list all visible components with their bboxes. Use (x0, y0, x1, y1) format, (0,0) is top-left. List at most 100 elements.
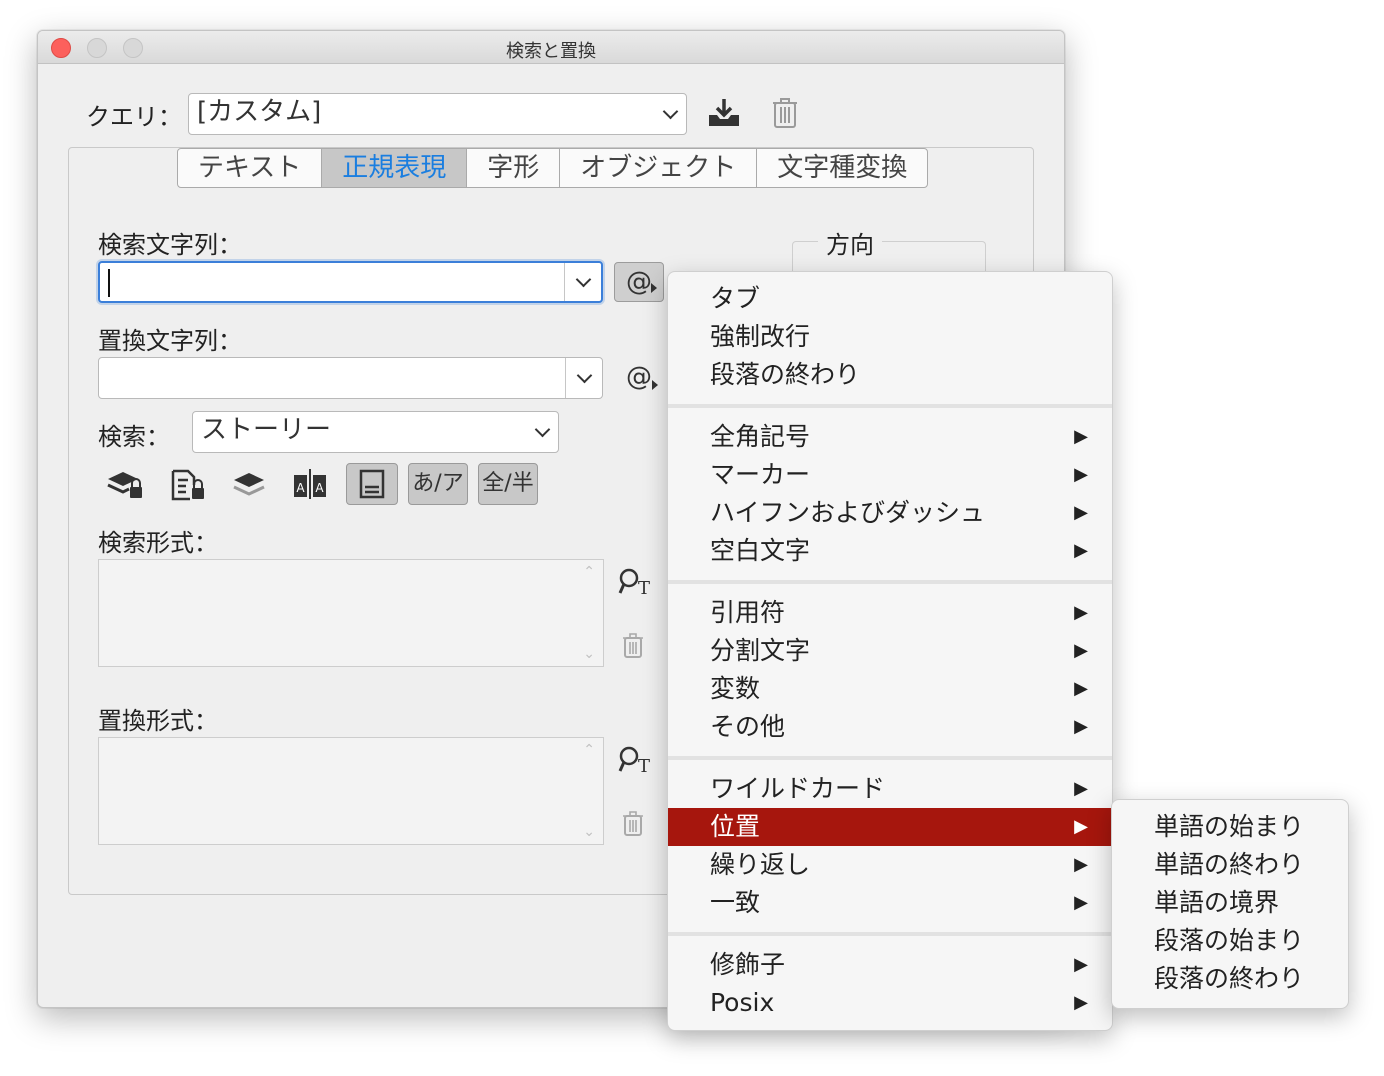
find-what-label: 検索文字列： (98, 231, 242, 259)
menu-item-label: 修飾子 (710, 950, 786, 979)
menu-item-label: 空白文字 (710, 536, 811, 565)
tab-glyph[interactable]: 字形 (467, 149, 561, 187)
include-locked-stories-icon[interactable] (170, 469, 206, 501)
submenu-arrow-icon: ▶ (1074, 716, 1088, 737)
menu-item-label: 強制改行 (710, 322, 811, 351)
save-query-icon[interactable] (706, 97, 742, 129)
triangle-right-icon (652, 380, 658, 390)
query-dropdown[interactable]: [カスタム] (188, 93, 687, 135)
change-special-characters-button[interactable]: @ (614, 358, 664, 398)
menu-item-other[interactable]: その他 ▶ (668, 708, 1112, 746)
menu-separator (668, 756, 1112, 760)
menu-item-label: 分割文字 (710, 636, 811, 665)
menu-item-white-space[interactable]: 空白文字 ▶ (668, 532, 1112, 570)
search-scope-dropdown[interactable]: ストーリー (192, 411, 559, 453)
menu-separator (668, 932, 1112, 936)
triangle-right-icon (651, 283, 657, 293)
field-divider (564, 263, 565, 301)
submenu-arrow-icon: ▶ (1074, 464, 1088, 485)
menu-item-label: 引用符 (710, 598, 786, 627)
menu-item-label: 繰り返し (710, 850, 811, 879)
svg-text:T: T (638, 578, 650, 597)
menu-item-label: 全角記号 (710, 422, 811, 451)
menu-item-forced-line-break[interactable]: 強制改行 (668, 318, 1112, 356)
tab-grep[interactable]: 正規表現 (322, 149, 468, 187)
menu-item-label: タブ (710, 284, 761, 313)
menu-item-label: 段落の終わり (710, 360, 861, 389)
submenu-item-word-boundary[interactable]: 単語の境界 (1112, 884, 1348, 922)
scroll-up-icon: ⌃ (583, 742, 595, 758)
query-label: クエリ： (86, 103, 182, 131)
locations-submenu: 単語の始まり 単語の終わり 単語の境界 段落の始まり 段落の終わり (1111, 799, 1349, 1009)
tab-transliterate[interactable]: 文字種変換 (757, 149, 927, 187)
menu-item-break-character[interactable]: 分割文字 ▶ (668, 632, 1112, 670)
trash-icon[interactable] (622, 633, 644, 659)
find-format-box: ⌃ ⌄ (98, 559, 604, 667)
menu-item-wildcards[interactable]: ワイルドカード ▶ (668, 770, 1112, 808)
change-format-label: 置換形式： (98, 707, 218, 735)
chevron-down-icon[interactable] (575, 271, 592, 288)
include-master-pages-icon[interactable]: A A (292, 467, 328, 501)
find-what-input[interactable] (98, 261, 603, 303)
text-caret (108, 269, 110, 297)
svg-text:A: A (296, 481, 305, 495)
menu-item-end-of-paragraph[interactable]: 段落の終わり (668, 356, 1112, 394)
trash-icon[interactable] (622, 811, 644, 837)
menu-item-tab[interactable]: タブ (668, 280, 1112, 318)
menu-item-variable[interactable]: 変数 ▶ (668, 670, 1112, 708)
include-footnotes-button[interactable] (346, 463, 398, 505)
menu-item-markers[interactable]: マーカー ▶ (668, 456, 1112, 494)
menu-item-label: ハイフンおよびダッシュ (710, 498, 986, 527)
menu-item-quotation-marks[interactable]: 引用符 ▶ (668, 594, 1112, 632)
scroll-up-icon: ⌃ (583, 564, 595, 580)
specify-find-format-icon[interactable]: T (618, 567, 652, 597)
tab-bar: テキスト 正規表現 字形 オブジェクト 文字種変換 (177, 148, 929, 188)
find-format-label: 検索形式： (98, 529, 218, 557)
menu-item-label: その他 (710, 712, 786, 741)
menu-item-label: マーカー (710, 460, 811, 489)
menu-item-locations[interactable]: 位置 ▶ (668, 808, 1112, 846)
at-icon: @ (626, 362, 652, 392)
menu-item-modifiers[interactable]: 修飾子 ▶ (668, 946, 1112, 984)
submenu-arrow-icon: ▶ (1074, 854, 1088, 875)
menu-item-posix[interactable]: Posix ▶ (668, 984, 1112, 1022)
tab-text[interactable]: テキスト (178, 149, 323, 187)
menu-item-label: 変数 (710, 674, 761, 703)
specify-change-format-icon[interactable]: T (618, 745, 652, 775)
menu-item-label: Posix (710, 988, 775, 1017)
submenu-item-end-of-paragraph[interactable]: 段落の終わり (1112, 960, 1348, 998)
window-title: 検索と置換 (506, 41, 596, 62)
menu-item-hyphens-and-dashes[interactable]: ハイフンおよびダッシュ ▶ (668, 494, 1112, 532)
width-sensitive-button[interactable]: 全/半 (478, 463, 538, 505)
tab-object[interactable]: オブジェクト (560, 149, 758, 187)
submenu-item-end-of-word[interactable]: 単語の終わり (1112, 846, 1348, 884)
menu-item-symbols[interactable]: 全角記号 ▶ (668, 418, 1112, 456)
submenu-arrow-icon: ▶ (1074, 602, 1088, 623)
submenu-arrow-icon: ▶ (1074, 954, 1088, 975)
direction-label: 方向 (818, 225, 882, 260)
change-to-input[interactable] (98, 357, 603, 399)
include-locked-layers-icon[interactable] (106, 469, 144, 501)
query-value: [カスタム] (197, 97, 322, 127)
trash-icon[interactable] (772, 97, 798, 129)
chevron-down-icon (534, 421, 551, 438)
svg-text:T: T (638, 756, 650, 775)
kana-sensitive-button[interactable]: あ/ア (408, 463, 468, 505)
change-to-label: 置換文字列： (98, 327, 242, 355)
submenu-item-beginning-of-word[interactable]: 単語の始まり (1112, 808, 1348, 846)
menu-item-label: 位置 (710, 812, 761, 841)
change-format-box: ⌃ ⌄ (98, 737, 604, 845)
submenu-arrow-icon: ▶ (1074, 640, 1088, 661)
chevron-down-icon[interactable] (576, 367, 593, 384)
field-divider (565, 358, 566, 398)
include-hidden-layers-icon[interactable] (232, 471, 266, 499)
menu-item-repeat[interactable]: 繰り返し ▶ (668, 846, 1112, 884)
special-characters-menu: タブ 強制改行 段落の終わり 全角記号 ▶ マーカー ▶ ハイフンおよびダッシュ ▶ … (667, 271, 1113, 1031)
submenu-item-beginning-of-paragraph[interactable]: 段落の始まり (1112, 922, 1348, 960)
menu-item-label: 一致 (710, 888, 761, 917)
find-special-characters-button[interactable]: @ (614, 262, 664, 302)
search-label: 検索： (98, 423, 170, 451)
menu-item-match[interactable]: 一致 ▶ (668, 884, 1112, 922)
title-bar[interactable]: 検索と置換 (38, 31, 1064, 64)
scroll-down-icon: ⌄ (583, 646, 595, 662)
